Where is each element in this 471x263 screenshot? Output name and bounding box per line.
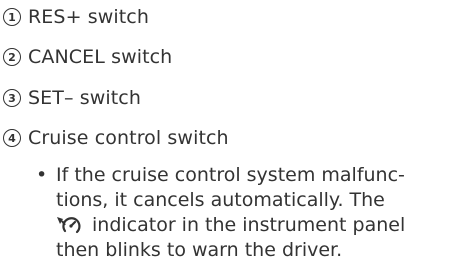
note-line-2: tions, it cancels automatically. The	[56, 189, 385, 211]
item-number-badge: 3	[3, 89, 21, 107]
item-label: SET– switch	[28, 87, 141, 109]
cruise-control-indicator-icon	[57, 217, 81, 234]
item-label: RES+ switch	[28, 6, 149, 28]
note-line-1: If the cruise control system malfunc-	[56, 164, 405, 186]
note-line-3: indicator in the instrument panel	[92, 214, 406, 236]
note-line-4: then blinks to warn the driver.	[56, 239, 343, 261]
item-label: CANCEL switch	[28, 46, 173, 68]
item-number-badge: 2	[3, 48, 21, 66]
item-label: Cruise control switch	[28, 127, 229, 149]
bullet-mark: •	[36, 164, 48, 186]
item-number-badge: 4	[3, 129, 21, 147]
item-number-badge: 1	[3, 8, 21, 26]
